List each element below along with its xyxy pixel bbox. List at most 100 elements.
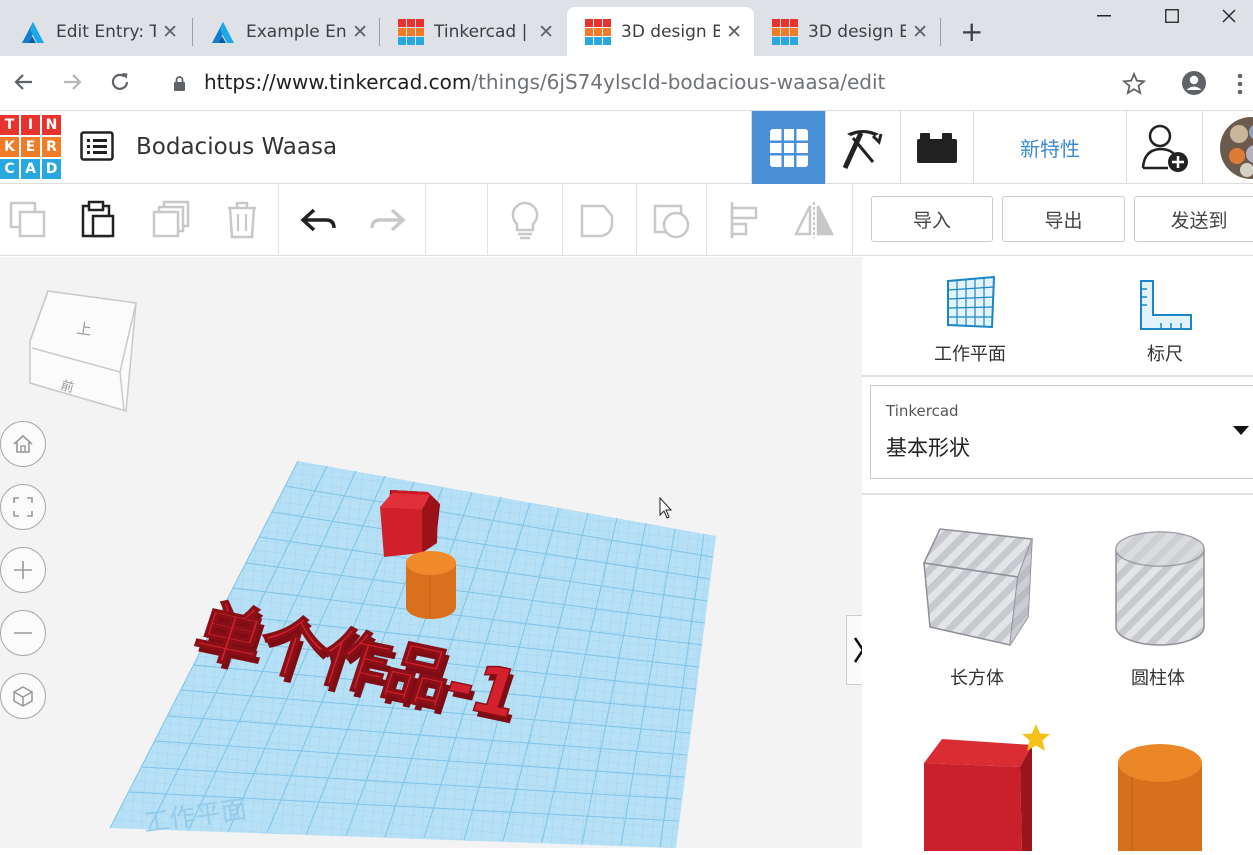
minecraft-view-button[interactable]	[825, 111, 900, 184]
logo-letter: E	[21, 137, 40, 157]
tab-label: 3D design B	[808, 21, 907, 42]
logo-letter: N	[42, 115, 61, 135]
browser-tab-active[interactable]: 3D design B ✕	[567, 7, 754, 56]
autodesk-a-icon	[212, 21, 234, 43]
3d-workspace[interactable]: 上 前 工作平面 单个作品-1 单个作品-1	[0, 257, 862, 848]
red-box-object[interactable]	[380, 490, 440, 557]
shape-cylinder[interactable]	[1112, 529, 1208, 651]
send-to-button[interactable]: 发送到	[1134, 196, 1253, 242]
new-tab-button[interactable]: +	[960, 15, 983, 48]
url-path: /things/6jS74ylscId-bodacious-waasa/edit	[471, 70, 886, 94]
logo-letter: I	[21, 115, 40, 135]
tab-label: Edit Entry: T	[56, 21, 157, 42]
notes-button[interactable]	[503, 198, 547, 242]
redo-arrow-icon	[370, 208, 406, 232]
copy-button[interactable]	[5, 198, 49, 242]
reload-icon[interactable]	[108, 70, 132, 94]
3d-design-view-button[interactable]	[751, 111, 825, 184]
mirror-button[interactable]	[792, 198, 836, 242]
star-favorite-icon[interactable]	[1021, 723, 1051, 753]
group-button[interactable]	[576, 198, 620, 242]
browser-tab[interactable]: Edit Entry: T ✕	[2, 7, 190, 56]
logo-letter: D	[42, 159, 61, 179]
design-title[interactable]: Bodacious Waasa	[136, 134, 337, 160]
ungroup-icon	[653, 204, 690, 239]
more-vert-icon[interactable]	[1236, 72, 1244, 96]
shape-orange-cylinder[interactable]	[1114, 741, 1206, 855]
redo-button[interactable]	[366, 198, 410, 242]
3d-scene[interactable]: 工作平面 单个作品-1 单个作品-1	[0, 257, 862, 848]
duplicate-icon	[152, 200, 190, 238]
shapes-panel: 工作平面 标尺 Tinkercad 基本形状 长方体 圆柱体	[862, 257, 1253, 851]
orange-cylinder-object[interactable]	[406, 551, 456, 619]
orange-cylinder-shape-thumbnail	[1118, 744, 1202, 851]
mirror-icon	[793, 202, 835, 238]
workplane-grid-icon	[947, 275, 996, 329]
red-box-shape-thumbnail	[924, 739, 1032, 851]
align-button[interactable]	[722, 198, 766, 242]
ungroup-button[interactable]	[650, 198, 694, 242]
tab-label: Tinkercad | (	[434, 21, 533, 42]
ruler-tool[interactable]	[1139, 279, 1193, 335]
copy-icon	[9, 201, 46, 238]
window-close-icon[interactable]	[1205, 0, 1253, 32]
add-user-button[interactable]	[1126, 111, 1202, 184]
design-menu-icon[interactable]	[80, 131, 114, 161]
cylinder-shape-thumbnail	[1115, 531, 1205, 646]
align-icon	[730, 202, 758, 238]
tinkercad-logo[interactable]: T I N K E R C A D	[0, 115, 61, 179]
lock-icon	[174, 76, 185, 91]
star-icon[interactable]	[1122, 72, 1146, 96]
account-icon[interactable]	[1181, 70, 1207, 96]
logo-letter: R	[42, 137, 61, 157]
paste-button[interactable]	[75, 198, 119, 242]
undo-button[interactable]	[296, 198, 340, 242]
lego-view-button[interactable]	[900, 111, 973, 184]
minimize-icon[interactable]	[1080, 0, 1128, 32]
back-arrow-icon[interactable]	[12, 70, 36, 94]
new-features-label: 新特性	[1020, 137, 1080, 161]
shape-library-dropdown[interactable]: Tinkercad 基本形状	[870, 385, 1253, 479]
shape-box[interactable]	[920, 525, 1034, 655]
close-icon[interactable]: ✕	[538, 21, 554, 43]
logo-letter: T	[0, 115, 19, 135]
app-header: T I N K E R C A D Bodacious Waasa 新特性	[0, 111, 1253, 184]
tab-label: Example En	[246, 21, 347, 42]
tinkercad-icon	[772, 18, 798, 45]
ruler-label[interactable]: 标尺	[1115, 340, 1215, 366]
browser-tab[interactable]: Example En ✕	[192, 7, 380, 56]
workplane-label[interactable]: 工作平面	[920, 340, 1020, 366]
url-host: https://www.tinkercad.com	[204, 70, 472, 94]
autodesk-a-icon	[22, 21, 44, 43]
export-button[interactable]: 导出	[1002, 196, 1125, 242]
shape-red-box[interactable]	[920, 733, 1034, 855]
shape-label: 圆柱体	[1131, 668, 1185, 689]
forward-arrow-icon[interactable]	[60, 70, 84, 94]
duplicate-button[interactable]	[148, 198, 192, 242]
user-avatar[interactable]	[1202, 111, 1253, 184]
browser-tab[interactable]: 3D design B ✕	[754, 7, 940, 56]
lightbulb-icon	[511, 201, 539, 240]
chevron-down-icon	[1233, 426, 1249, 435]
url-field[interactable]: https://www.tinkercad.com/things/6jS74yl…	[204, 70, 885, 94]
browser-tab-bar: Edit Entry: T ✕ Example En ✕ Tinkercad |…	[0, 0, 1253, 56]
new-features-button[interactable]: 新特性	[973, 111, 1126, 184]
library-caption: Tinkercad	[886, 402, 959, 420]
workplane-tool[interactable]	[944, 275, 996, 333]
edit-toolbar: 导入 导出 发送到	[0, 184, 1253, 256]
close-icon[interactable]: ✕	[726, 21, 742, 43]
browser-tab[interactable]: Tinkercad | ( ✕	[380, 7, 566, 56]
maximize-icon[interactable]	[1148, 0, 1196, 32]
delete-button[interactable]	[220, 198, 264, 242]
import-button[interactable]: 导入	[871, 196, 993, 242]
group-icon	[580, 204, 614, 238]
close-icon[interactable]: ✕	[352, 21, 368, 43]
grid-view-icon	[769, 128, 808, 167]
close-icon[interactable]: ✕	[912, 21, 928, 43]
avatar-image	[1220, 116, 1253, 179]
trash-icon	[228, 201, 256, 239]
close-icon[interactable]: ✕	[162, 21, 178, 43]
undo-arrow-icon	[300, 208, 336, 232]
paste-icon	[81, 200, 115, 238]
tinkercad-icon	[585, 18, 611, 45]
